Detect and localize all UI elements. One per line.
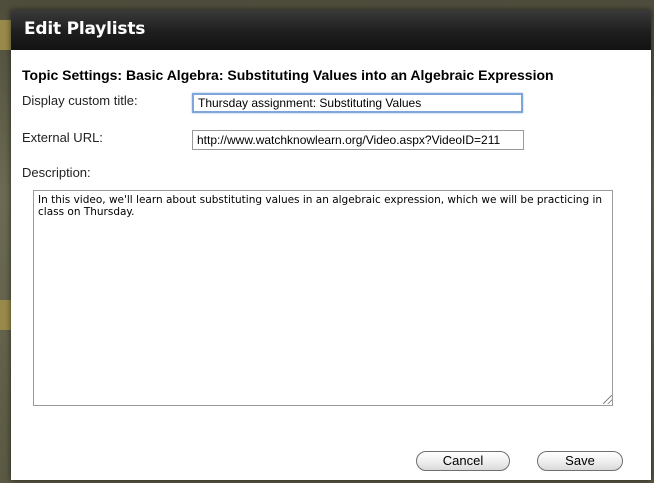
edit-playlists-dialog: Edit Playlists Topic Settings: Basic Alg… (11, 10, 651, 480)
custom-title-label: Display custom title: (22, 93, 138, 108)
custom-title-input[interactable] (192, 93, 523, 113)
cancel-button[interactable]: Cancel (416, 451, 510, 471)
dialog-titlebar: Edit Playlists (11, 10, 651, 50)
resize-grip-icon[interactable] (603, 395, 612, 404)
topic-settings-heading: Topic Settings: Basic Algebra: Substitut… (22, 67, 554, 83)
external-url-label: External URL: (22, 130, 103, 145)
description-label: Description: (22, 165, 91, 180)
external-url-input[interactable] (192, 130, 524, 150)
save-button[interactable]: Save (537, 451, 623, 471)
dialog-title: Edit Playlists (24, 19, 146, 39)
description-textarea[interactable]: In this video, we'll learn about substit… (33, 190, 613, 406)
